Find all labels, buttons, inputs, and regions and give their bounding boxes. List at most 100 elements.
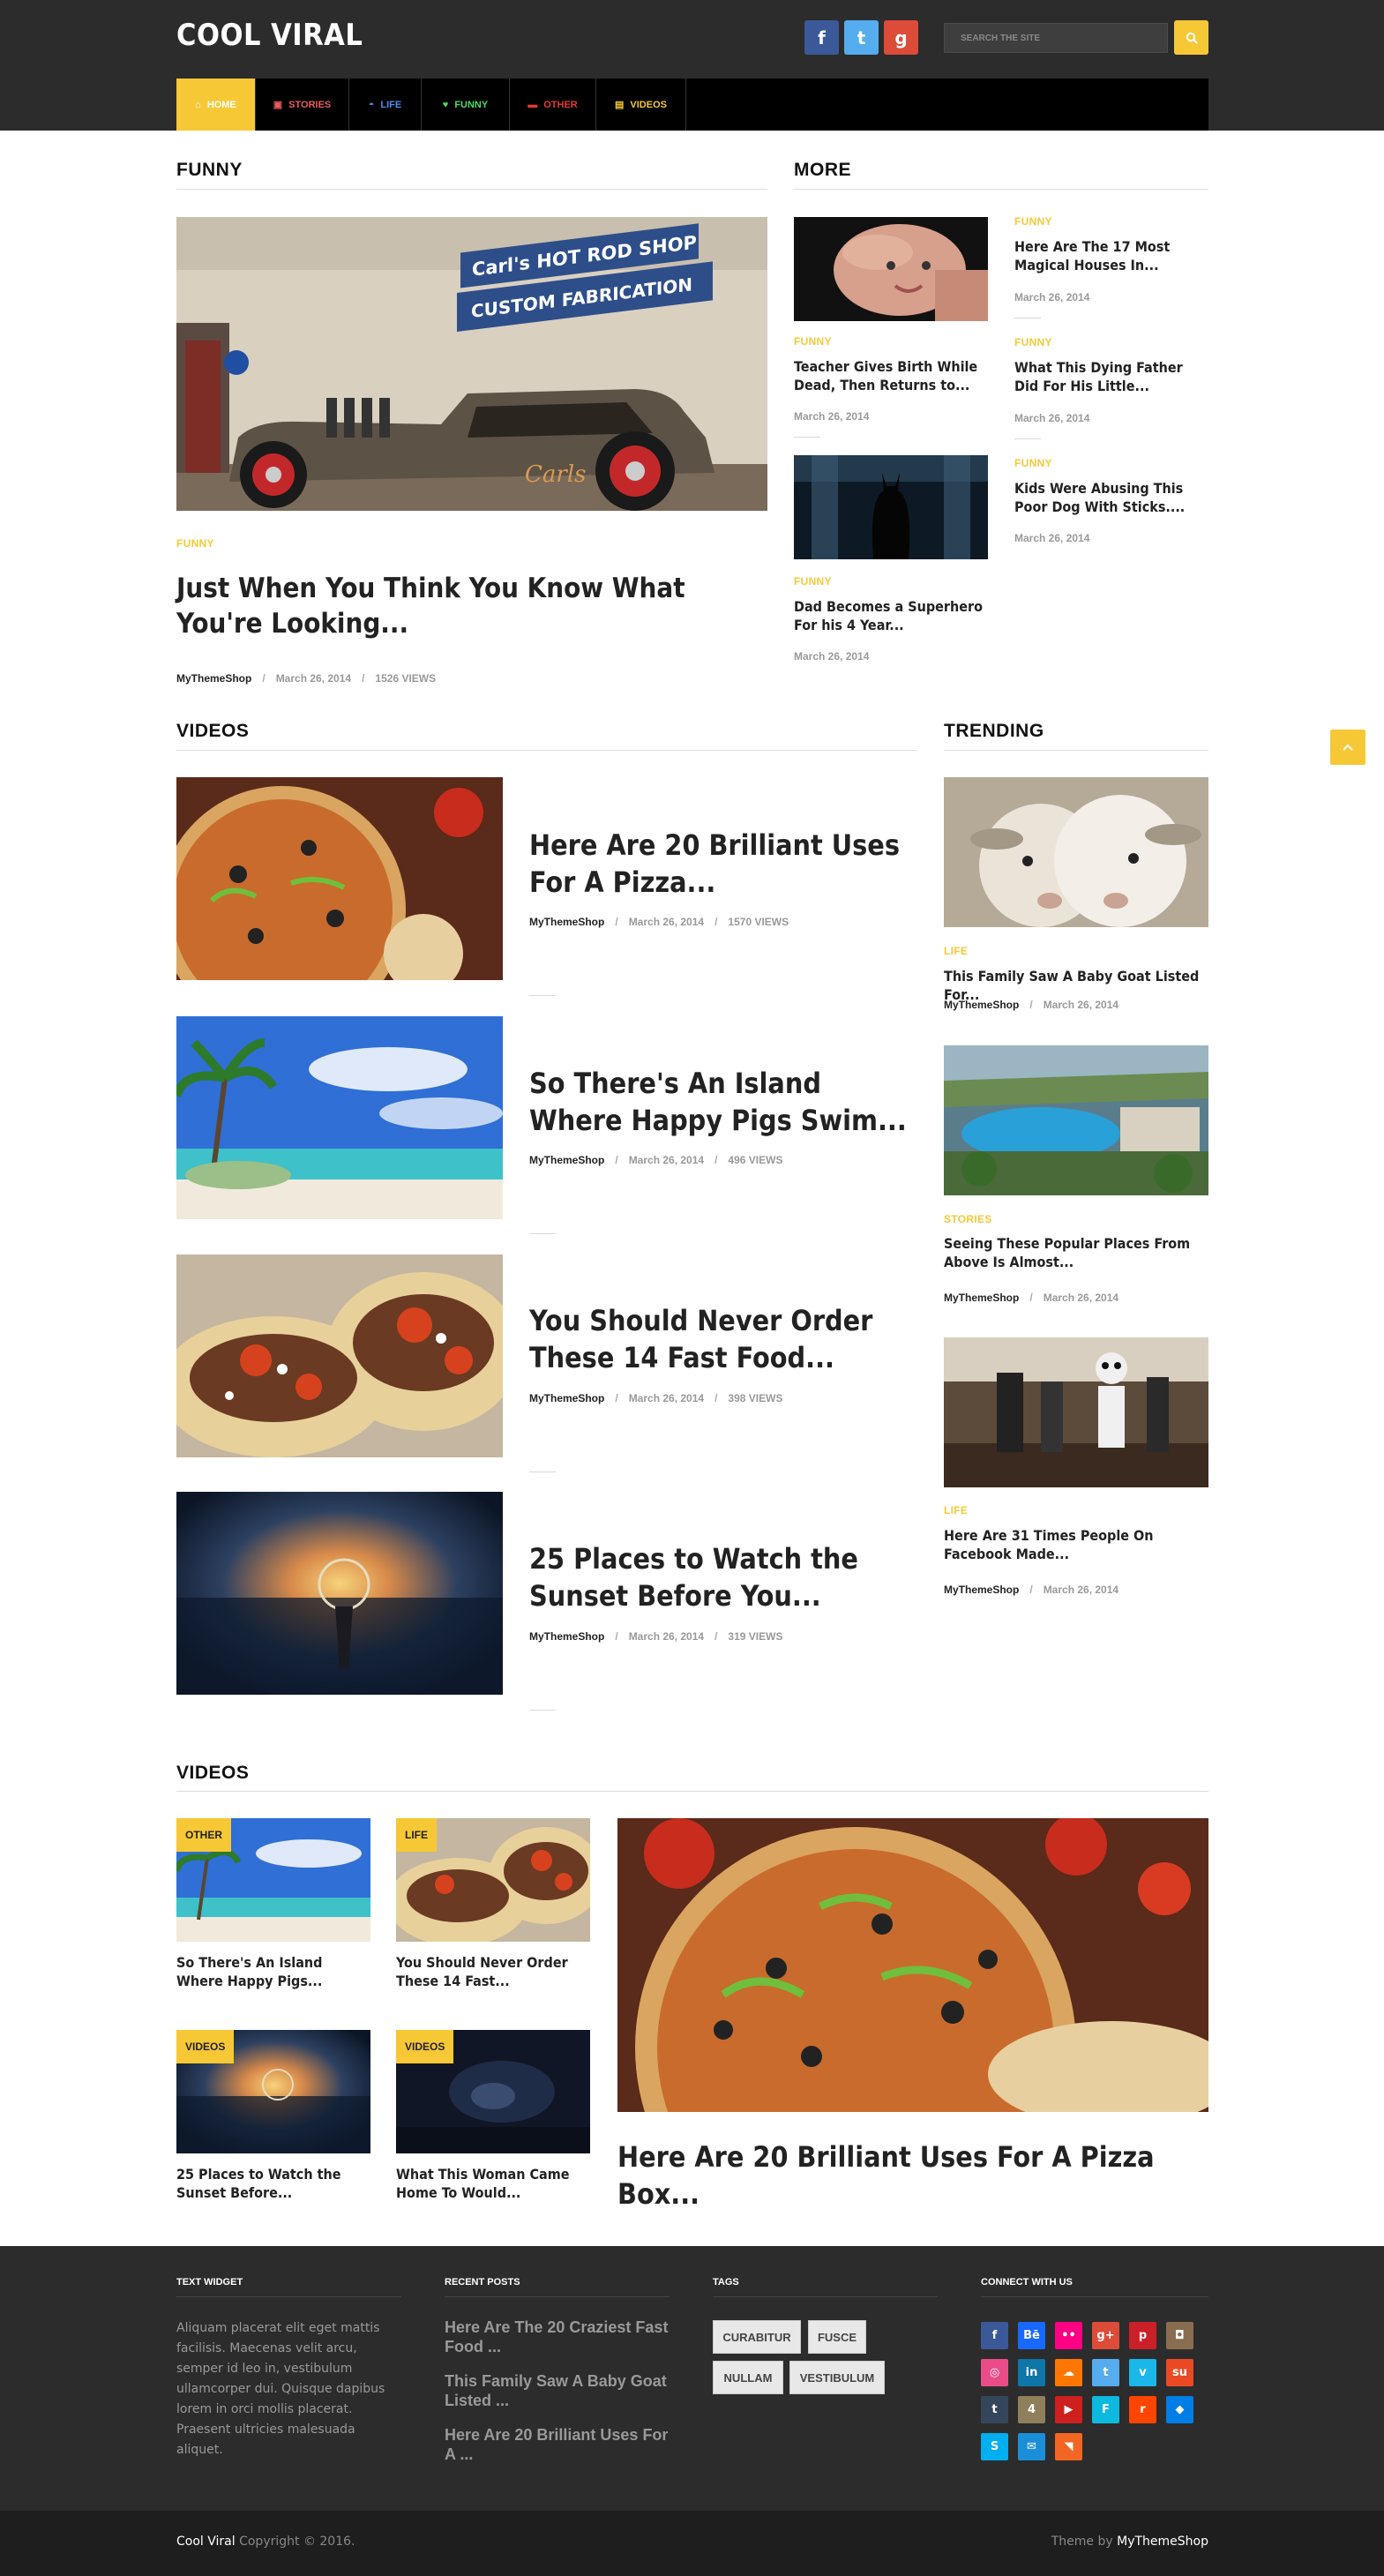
category-badge[interactable]: LIFE: [396, 1818, 437, 1852]
grid-thumb-dark-room[interactable]: VIDEOS: [396, 2030, 590, 2153]
tumblr-icon[interactable]: t: [981, 2396, 1008, 2423]
pinterest-icon[interactable]: p: [1129, 2322, 1156, 2349]
recent-post-link[interactable]: This Family Saw A Baby Goat Listed ...: [445, 2371, 670, 2410]
post-title[interactable]: 25 Places to Watch the Sunset Before You…: [529, 1541, 917, 1614]
thumb-sunset[interactable]: [176, 1492, 503, 1695]
twitter-icon[interactable]: t: [1092, 2359, 1119, 2386]
heart-icon: ♥: [442, 99, 449, 110]
post-category[interactable]: FUNNY: [176, 537, 214, 550]
behance-icon[interactable]: Bē: [1018, 2322, 1045, 2349]
google-plus-icon[interactable]: g: [884, 20, 918, 55]
reddit-icon[interactable]: r: [1129, 2396, 1156, 2423]
post-category[interactable]: STORIES: [944, 1213, 992, 1225]
category-badge[interactable]: VIDEOS: [176, 2030, 235, 2063]
vimeo-icon[interactable]: v: [1129, 2359, 1156, 2386]
foursquare-alt-icon[interactable]: F: [1092, 2396, 1119, 2423]
search-button[interactable]: [1174, 20, 1208, 55]
post-title[interactable]: You Should Never Order These 14 Fast...: [396, 1954, 595, 1991]
site-logo[interactable]: COOL VIRAL: [176, 18, 363, 53]
copyright-site-link[interactable]: Cool Viral: [176, 2535, 236, 2549]
thumb-goats[interactable]: [944, 777, 1208, 927]
post-title[interactable]: What This Woman Came Home To Would...: [396, 2166, 595, 2203]
post-category[interactable]: LIFE: [944, 945, 968, 957]
youtube-icon[interactable]: ▶: [1055, 2396, 1082, 2423]
tag-vestibulum[interactable]: VESTIBULUM: [789, 2361, 885, 2394]
email-icon[interactable]: ✉: [1018, 2433, 1045, 2460]
post-author[interactable]: MyThemeShop: [529, 1154, 604, 1166]
search-input[interactable]: SEARCH THE SITE: [944, 23, 1168, 53]
tag-fusce[interactable]: FUSCE: [808, 2320, 866, 2354]
thumb-baby[interactable]: [794, 217, 988, 321]
post-title[interactable]: Here Are The 17 Most Magical Houses In..…: [1014, 238, 1208, 275]
nav-label: FUNNY: [454, 99, 489, 110]
big-post-title[interactable]: Here Are 20 Brilliant Uses For A Pizza B…: [617, 2139, 1208, 2213]
post-title[interactable]: Seeing These Popular Places From Above I…: [944, 1235, 1208, 1272]
post-category[interactable]: FUNNY: [1014, 215, 1052, 228]
recent-post-link[interactable]: Here Are 20 Brilliant Uses For A ...: [445, 2425, 670, 2464]
nav-life[interactable]: ◓ LIFE: [349, 79, 422, 131]
post-title[interactable]: So There's An Island Where Happy Pigs Sw…: [529, 1066, 917, 1139]
recent-post-link[interactable]: Here Are The 20 Craziest Fast Food ...: [445, 2318, 670, 2356]
linkedin-icon[interactable]: in: [1018, 2359, 1045, 2386]
thumb-aerial[interactable]: [944, 1045, 1208, 1195]
post-category[interactable]: FUNNY: [1014, 457, 1052, 469]
twitter-icon[interactable]: t: [844, 20, 879, 55]
theme-author-link[interactable]: MyThemeShop: [1117, 2535, 1208, 2549]
nav-stories[interactable]: ▣ STORIES: [256, 79, 349, 131]
post-category[interactable]: FUNNY: [1014, 336, 1052, 348]
foursquare-icon[interactable]: 4: [1018, 2396, 1045, 2423]
thumb-island[interactable]: [176, 1016, 503, 1219]
post-category[interactable]: FUNNY: [794, 335, 832, 348]
tag-curabitur[interactable]: CURABITUR: [713, 2320, 801, 2354]
post-title[interactable]: What This Dying Father Did For His Littl…: [1014, 359, 1208, 396]
post-title[interactable]: Dad Becomes a Superhero For his 4 Year..…: [794, 598, 992, 635]
category-badge[interactable]: VIDEOS: [396, 2030, 454, 2063]
big-thumb-pizza[interactable]: [617, 1818, 1208, 2112]
google-plus-icon[interactable]: g+: [1092, 2322, 1119, 2349]
post-title[interactable]: You Should Never Order These 14 Fast Foo…: [529, 1303, 917, 1376]
post-author[interactable]: MyThemeShop: [944, 1584, 1019, 1596]
category-badge[interactable]: OTHER: [176, 1818, 231, 1852]
nav-other[interactable]: ▬ OTHER: [510, 79, 596, 131]
stumbleupon-icon[interactable]: su: [1166, 2359, 1193, 2386]
rss-icon[interactable]: ◥: [1055, 2433, 1082, 2460]
post-author[interactable]: MyThemeShop: [176, 672, 251, 685]
dropbox-icon[interactable]: ◆: [1166, 2396, 1193, 2423]
skype-icon[interactable]: S: [981, 2433, 1008, 2460]
nav-funny[interactable]: ♥ FUNNY: [422, 79, 510, 131]
post-category[interactable]: FUNNY: [794, 575, 832, 588]
post-title[interactable]: So There's An Island Where Happy Pigs...: [176, 1954, 370, 1991]
post-author[interactable]: MyThemeShop: [529, 1392, 604, 1404]
post-title[interactable]: Here Are 31 Times People On Facebook Mad…: [944, 1527, 1208, 1564]
theme-credit: Theme by MyThemeShop: [1051, 2535, 1208, 2549]
facebook-icon[interactable]: f: [804, 20, 839, 55]
bookmark-icon: ▬: [527, 99, 538, 110]
feature-image-hotrod[interactable]: Carl's HOT ROD SHOP CUSTOM FABRICATION C…: [176, 217, 767, 511]
post-title[interactable]: 25 Places to Watch the Sunset Before...: [176, 2166, 375, 2203]
post-title[interactable]: Kids Were Abusing This Poor Dog With Sti…: [1014, 480, 1208, 517]
thumb-costume[interactable]: [944, 1337, 1208, 1487]
grid-thumb-island[interactable]: OTHER: [176, 1818, 370, 1942]
feature-title[interactable]: Just When You Think You Know What You're…: [176, 571, 759, 642]
thumb-batman[interactable]: [794, 455, 988, 559]
flickr-icon[interactable]: ••: [1055, 2322, 1082, 2349]
back-to-top-button[interactable]: [1330, 730, 1365, 765]
post-title[interactable]: Teacher Gives Birth While Dead, Then Ret…: [794, 358, 992, 395]
nav-videos[interactable]: ▤ VIDEOS: [596, 79, 686, 131]
post-author[interactable]: MyThemeShop: [944, 999, 1019, 1011]
post-author[interactable]: MyThemeShop: [529, 1630, 604, 1643]
dribbble-icon[interactable]: ◎: [981, 2359, 1008, 2386]
soundcloud-icon[interactable]: ☁: [1055, 2359, 1082, 2386]
post-title[interactable]: Here Are 20 Brilliant Uses For A Pizza..…: [529, 827, 917, 901]
thumb-pizza[interactable]: [176, 777, 503, 980]
grid-thumb-sunset[interactable]: VIDEOS: [176, 2030, 370, 2153]
nav-home[interactable]: ⌂ HOME: [176, 79, 256, 131]
post-author[interactable]: MyThemeShop: [944, 1292, 1019, 1304]
post-category[interactable]: LIFE: [944, 1504, 968, 1516]
instagram-icon[interactable]: ◘: [1166, 2322, 1193, 2349]
grid-thumb-tacos[interactable]: LIFE: [396, 1818, 590, 1942]
tag-nullam[interactable]: NULLAM: [713, 2361, 783, 2394]
thumb-tacos[interactable]: [176, 1254, 503, 1457]
post-author[interactable]: MyThemeShop: [529, 916, 604, 928]
facebook-icon[interactable]: f: [981, 2322, 1008, 2349]
